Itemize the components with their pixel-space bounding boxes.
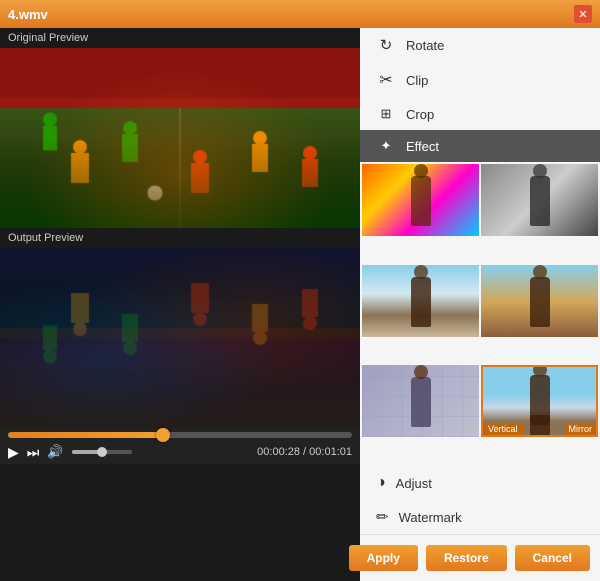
tool-clip-label: Clip [406, 73, 428, 88]
person-figure-4 [530, 277, 550, 327]
watermark-icon: ✏ [376, 508, 389, 526]
person-figure-3 [411, 277, 431, 327]
progress-fill [8, 432, 163, 438]
left-panel: Original Preview Output Preview ▶ ⏭ 🔊 [0, 28, 360, 581]
effect-blue[interactable] [362, 265, 479, 337]
step-button[interactable]: ⏭ [27, 445, 40, 459]
output-canvas [0, 248, 360, 428]
restore-button[interactable]: Restore [426, 545, 507, 571]
tool-watermark-label: Watermark [399, 510, 462, 525]
person-figure-5 [411, 377, 431, 427]
time-display: 00:00:28 / 00:01:01 [257, 446, 352, 458]
tool-adjust[interactable]: ◑ Adjust [360, 466, 600, 500]
window-title: 4.wmv [8, 7, 48, 22]
controls-row: ▶ ⏭ 🔊 00:00:28 / 00:01:01 [8, 444, 352, 460]
time-current: 00:00:28 [257, 446, 300, 458]
output-preview-label: Output Preview [0, 228, 360, 248]
tool-rotate[interactable]: ↻ Rotate [360, 28, 600, 62]
main-layout: Original Preview Output Preview ▶ ⏭ 🔊 [0, 28, 600, 581]
apply-button[interactable]: Apply [349, 545, 418, 571]
person-figure-1 [411, 176, 431, 226]
effect-grayscale[interactable] [481, 164, 598, 236]
crop-icon: ⊞ [376, 106, 396, 122]
effect-grid-linen[interactable] [362, 365, 479, 437]
effect-icon: ✦ [376, 138, 396, 154]
play-button[interactable]: ▶ [8, 445, 19, 459]
tool-clip[interactable]: ✂ Clip [360, 62, 600, 98]
tool-effect-label: Effect [406, 139, 439, 154]
original-preview-label: Original Preview [0, 28, 360, 48]
sub-tools: ◑ Adjust ✏ Watermark [360, 466, 600, 534]
original-canvas [0, 48, 360, 228]
tool-crop-label: Crop [406, 107, 434, 122]
controls-bar: ▶ ⏭ 🔊 00:00:28 / 00:01:01 [0, 428, 360, 464]
tool-rotate-label: Rotate [406, 38, 444, 53]
tool-menu: ↻ Rotate ✂ Clip ⊞ Crop ✦ Effect [360, 28, 600, 162]
time-total: 00:01:01 [309, 446, 352, 458]
bottom-bar: Apply Restore Cancel [360, 534, 600, 581]
close-button[interactable]: ✕ [574, 5, 592, 23]
tool-effect[interactable]: ✦ Effect [360, 130, 600, 162]
original-preview [0, 48, 360, 228]
speaker-icon: 🔊 [47, 444, 63, 460]
adjust-icon: ◑ [376, 474, 386, 492]
effect-mirror-label: Mirror [565, 423, 597, 435]
effect-colorful[interactable] [362, 164, 479, 236]
tool-adjust-label: Adjust [396, 476, 432, 491]
effect-warm[interactable] [481, 265, 598, 337]
title-bar: 4.wmv ✕ [0, 0, 600, 28]
output-preview [0, 248, 360, 428]
right-panel: ↻ Rotate ✂ Clip ⊞ Crop ✦ Effect [360, 28, 600, 581]
person-figure-6b [530, 375, 550, 425]
cancel-button[interactable]: Cancel [515, 545, 590, 571]
clip-icon: ✂ [376, 70, 396, 90]
person-figure-2 [530, 176, 550, 226]
tool-crop[interactable]: ⊞ Crop [360, 98, 600, 130]
effect-grid: Mirror Vertical [360, 162, 600, 466]
progress-thumb[interactable] [156, 428, 170, 442]
rotate-icon: ↻ [376, 36, 396, 54]
effect-mirror[interactable]: Mirror Vertical [481, 365, 598, 437]
effect-vertical-badge: Vertical [483, 423, 523, 435]
progress-track[interactable] [8, 432, 352, 438]
volume-thumb[interactable] [97, 447, 107, 457]
volume-track[interactable] [72, 450, 132, 454]
tool-watermark[interactable]: ✏ Watermark [360, 500, 600, 534]
